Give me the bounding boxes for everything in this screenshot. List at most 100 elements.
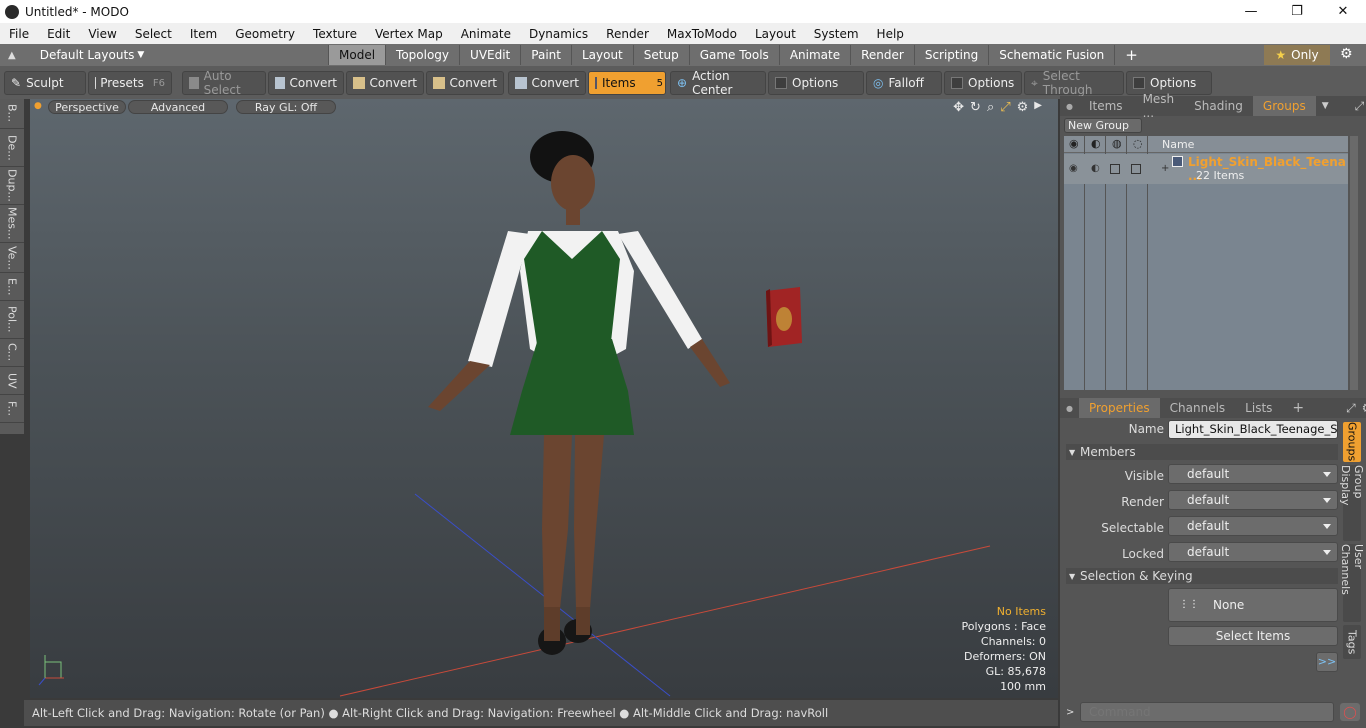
strip-tab-basic[interactable]: B... — [0, 99, 24, 129]
side-tab-user-channels[interactable]: User Channels — [1339, 544, 1365, 622]
action-center-button[interactable]: ⊕ Action Center — [670, 69, 766, 97]
panel-menu-icon[interactable]: ● — [1066, 404, 1073, 413]
strip-tab-uv[interactable]: UV — [0, 367, 24, 395]
minimize-button[interactable]: — — [1228, 0, 1274, 23]
add-tab-button[interactable]: + — [1114, 45, 1148, 65]
eye-icon[interactable]: ◉ — [1069, 163, 1078, 174]
strip-tab-edge[interactable]: E... — [0, 273, 24, 301]
tab-scripting[interactable]: Scripting — [913, 45, 988, 65]
gear-icon[interactable]: ⚙ — [1362, 401, 1366, 415]
3d-viewport[interactable]: ● Perspective Advanced Ray GL: Off ✥ ↻ ⌕… — [30, 99, 1058, 698]
name-field[interactable]: Light_Skin_Black_Teenage_Schoo — [1168, 420, 1338, 439]
render-dropdown[interactable]: default — [1168, 490, 1338, 510]
select-icon[interactable]: ◌ — [1133, 137, 1143, 150]
maximize-panel-icon[interactable]: ⤢ — [1355, 99, 1365, 114]
menu-item[interactable]: Item — [181, 27, 226, 41]
strip-tab-vertex[interactable]: Ve... — [0, 243, 24, 273]
visible-dropdown[interactable]: default — [1168, 464, 1338, 484]
select-through-button[interactable]: ⌖ Select Through — [1024, 69, 1124, 97]
render-icon[interactable]: ◐ — [1091, 137, 1101, 150]
convert-button-2[interactable]: Convert — [346, 71, 424, 95]
strip-tab-fusion[interactable]: F... — [0, 395, 24, 423]
tab-animate[interactable]: Animate — [778, 45, 850, 65]
side-tab-group-display[interactable]: Group Display — [1339, 465, 1365, 541]
tab-uvedit[interactable]: UVEdit — [459, 45, 520, 65]
lock-checkbox[interactable] — [1110, 164, 1120, 174]
table-row[interactable]: ◉ ◐ + Light_Skin_Black_Teena ... 22 Item… — [1064, 154, 1348, 184]
menu-geometry[interactable]: Geometry — [226, 27, 304, 41]
locked-dropdown[interactable]: default — [1168, 542, 1338, 562]
menu-file[interactable]: File — [0, 27, 38, 41]
record-icon[interactable]: ◯ — [1340, 703, 1360, 721]
tab-properties[interactable]: Properties — [1078, 398, 1160, 418]
falloff-button[interactable]: ◎ Falloff — [866, 71, 942, 95]
menu-view[interactable]: View — [79, 27, 125, 41]
menu-layout[interactable]: Layout — [746, 27, 805, 41]
tab-topology[interactable]: Topology — [385, 45, 459, 65]
menu-render[interactable]: Render — [597, 27, 658, 41]
select-checkbox[interactable] — [1131, 164, 1141, 174]
sculpt-button[interactable]: ✎ Sculpt — [4, 71, 86, 95]
strip-tab-duplicate[interactable]: Dup... — [0, 167, 24, 205]
lock-icon[interactable]: ◍ — [1112, 137, 1122, 150]
render-icon[interactable]: ◐ — [1091, 163, 1100, 174]
select-items-button[interactable]: Select Items — [1168, 626, 1338, 646]
members-section-header[interactable]: ▼ Members — [1066, 444, 1338, 460]
tab-game-tools[interactable]: Game Tools — [688, 45, 779, 65]
none-button[interactable]: ⋮⋮ None — [1168, 588, 1338, 622]
tab-paint[interactable]: Paint — [520, 45, 571, 65]
menu-edit[interactable]: Edit — [38, 27, 79, 41]
menu-dynamics[interactable]: Dynamics — [520, 27, 597, 41]
tab-layout[interactable]: Layout — [570, 45, 633, 65]
close-button[interactable]: ✕ — [1320, 0, 1366, 23]
tab-mesh[interactable]: Mesh ... — [1133, 92, 1185, 120]
more-button[interactable]: >> — [1316, 652, 1338, 672]
tab-lists[interactable]: Lists — [1235, 398, 1282, 418]
convert-button-3[interactable]: Convert — [426, 71, 504, 95]
only-button[interactable]: ★ Only — [1264, 45, 1330, 65]
options-button-2[interactable]: Options — [944, 71, 1022, 95]
side-tab-tags[interactable]: Tags — [1343, 625, 1361, 659]
strip-tab-curve[interactable]: C... — [0, 339, 24, 367]
menu-select[interactable]: Select — [126, 27, 181, 41]
default-layouts-dropdown[interactable]: Default Layouts ▼ — [26, 48, 145, 62]
layout-pin-icon[interactable]: ▲ — [8, 50, 16, 61]
presets-button[interactable]: Presets F6 — [88, 71, 172, 95]
strip-tab-polygon[interactable]: Pol... — [0, 301, 24, 339]
panel-menu-icon[interactable]: ● — [1066, 102, 1073, 111]
chevron-down-icon[interactable]: ▼ — [1322, 101, 1329, 111]
menu-texture[interactable]: Texture — [304, 27, 366, 41]
tab-schematic-fusion[interactable]: Schematic Fusion — [988, 45, 1114, 65]
maximize-button[interactable]: ❐ — [1274, 0, 1320, 23]
options-button-1[interactable]: Options — [768, 71, 864, 95]
gear-icon[interactable]: ⚙ — [1340, 46, 1353, 62]
tab-groups[interactable]: Groups — [1252, 96, 1316, 116]
command-expand-icon[interactable]: > — [1066, 707, 1074, 718]
tab-render[interactable]: Render — [850, 45, 914, 65]
selectable-dropdown[interactable]: default — [1168, 516, 1338, 536]
groups-scrollbar[interactable] — [1350, 136, 1358, 390]
expand-icon[interactable]: + — [1161, 163, 1169, 174]
tab-items[interactable]: Items — [1079, 96, 1133, 116]
convert-button-1[interactable]: Convert — [268, 71, 344, 95]
menu-system[interactable]: System — [805, 27, 868, 41]
tab-model[interactable]: Model — [328, 45, 386, 65]
menu-maxtomodo[interactable]: MaxToModo — [658, 27, 746, 41]
convert-button-4[interactable]: Convert — [508, 71, 586, 95]
maximize-panel-icon[interactable]: ⤢ — [1346, 401, 1356, 416]
selection-keying-section-header[interactable]: ▼ Selection & Keying — [1066, 568, 1338, 584]
strip-tab-deform[interactable]: De... — [0, 129, 24, 167]
auto-select-button[interactable]: Auto Select — [182, 69, 266, 97]
menu-vertex-map[interactable]: Vertex Map — [366, 27, 452, 41]
tab-setup[interactable]: Setup — [632, 45, 689, 65]
items-button[interactable]: Items 5 — [588, 71, 666, 95]
eye-icon[interactable]: ◉ — [1069, 137, 1079, 150]
new-group-button[interactable]: New Group — [1064, 118, 1142, 133]
command-input[interactable] — [1080, 702, 1334, 722]
strip-tab-mesh-edit[interactable]: Mes... — [0, 205, 24, 243]
tab-channels[interactable]: Channels — [1160, 398, 1236, 418]
side-tab-groups[interactable]: Groups — [1343, 422, 1361, 462]
tab-shading[interactable]: Shading — [1184, 96, 1253, 116]
menu-animate[interactable]: Animate — [452, 27, 520, 41]
menu-help[interactable]: Help — [868, 27, 913, 41]
